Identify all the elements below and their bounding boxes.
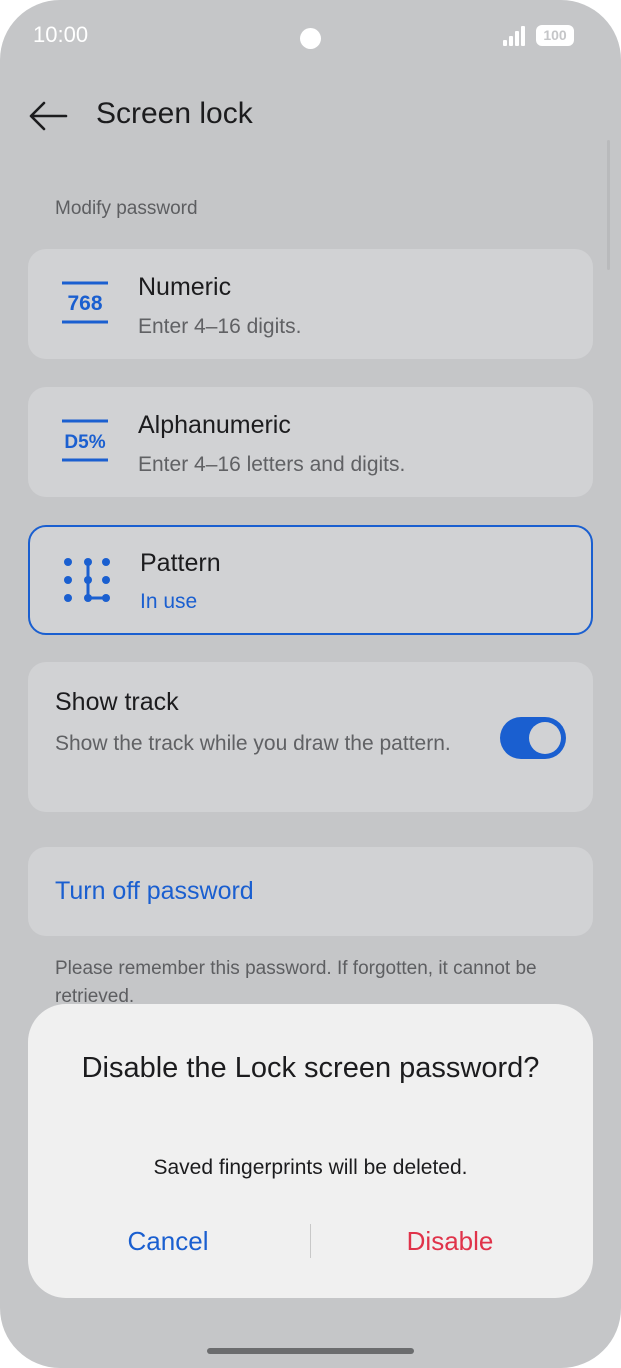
scrollbar[interactable]: [607, 140, 610, 270]
toggle-knob: [529, 722, 561, 754]
front-camera: [300, 28, 321, 49]
numeric-password-icon: 768: [62, 281, 108, 324]
section-label: Modify password: [55, 198, 198, 219]
numeric-option-subtitle: Enter 4–16 digits.: [138, 315, 302, 338]
turn-off-password-row[interactable]: Turn off password: [28, 847, 593, 936]
signal-icon: [503, 26, 525, 46]
page-title: Screen lock: [96, 97, 253, 130]
cancel-button[interactable]: Cancel: [28, 1226, 308, 1257]
pattern-password-icon: [64, 558, 110, 602]
numeric-option[interactable]: 768 Numeric Enter 4–16 digits.: [28, 249, 593, 359]
alphanumeric-option[interactable]: D5% Alphanumeric Enter 4–16 letters and …: [28, 387, 593, 497]
turn-off-password-link[interactable]: Turn off password: [55, 877, 254, 906]
show-track-toggle[interactable]: [500, 717, 566, 759]
show-track-row[interactable]: Show track Show the track while you draw…: [28, 662, 593, 812]
disable-password-dialog: Disable the Lock screen password? Saved …: [28, 1004, 593, 1298]
dialog-message: Saved fingerprints will be deleted.: [153, 1156, 468, 1179]
phone-screen: 10:00 100 Screen lock Modify password 76…: [0, 0, 621, 1368]
back-arrow-icon[interactable]: [28, 96, 68, 136]
alphanumeric-option-title: Alphanumeric: [138, 411, 291, 439]
battery-icon: 100: [536, 25, 574, 46]
home-indicator[interactable]: [207, 1348, 414, 1354]
alphanumeric-option-subtitle: Enter 4–16 letters and digits.: [138, 453, 406, 476]
numeric-option-title: Numeric: [138, 273, 232, 301]
alphanumeric-password-icon: D5%: [62, 419, 108, 462]
svg-text:D5%: D5%: [64, 432, 105, 453]
password-note: Please remember this password. If forgot…: [55, 958, 537, 1007]
show-track-description: Show the track while you draw the patter…: [55, 732, 451, 755]
pattern-status: In use: [140, 590, 198, 613]
status-time: 10:00: [33, 22, 89, 47]
pattern-option-title: Pattern: [140, 549, 221, 577]
dialog-title: Disable the Lock screen password?: [81, 1052, 540, 1084]
disable-button[interactable]: Disable: [310, 1226, 590, 1257]
svg-text:768: 768: [67, 292, 102, 315]
pattern-option[interactable]: Pattern In use: [28, 525, 593, 635]
show-track-title: Show track: [55, 688, 179, 716]
